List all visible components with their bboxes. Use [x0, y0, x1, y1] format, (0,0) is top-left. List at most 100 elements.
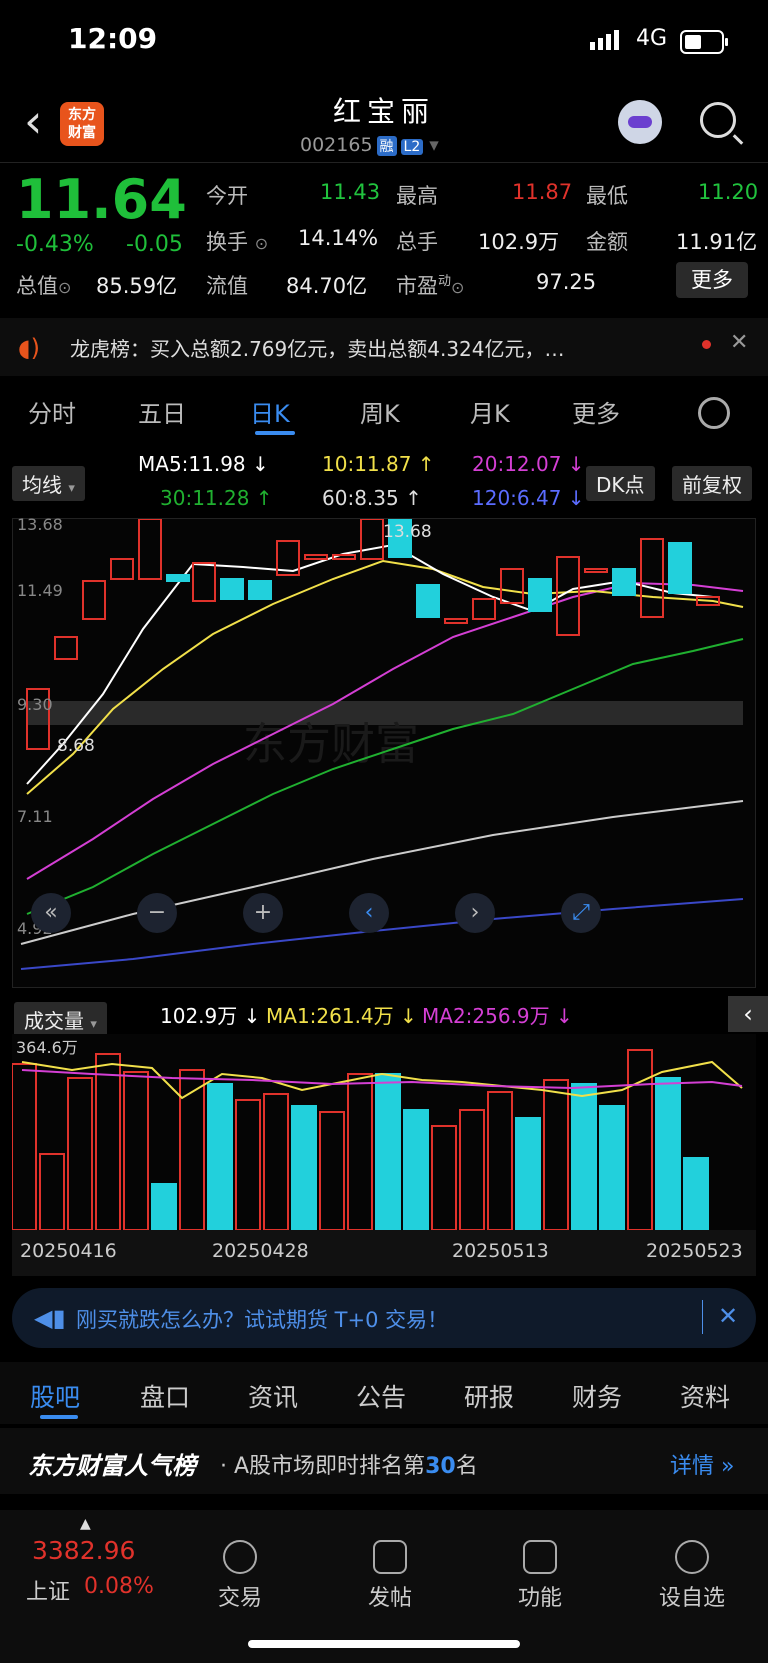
chart-tabs: 分时 五日 日K 周K 月K 更多	[0, 380, 768, 442]
volume-bar	[403, 1109, 429, 1231]
tab-weekly-k[interactable]: 周K	[360, 394, 400, 429]
candle	[472, 598, 496, 620]
volume-current: 102.9万 ↓	[160, 1004, 261, 1028]
indicator-selector[interactable]: 均线 ▾	[12, 466, 85, 501]
ma5-value: MA5:11.98 ↓	[138, 452, 269, 476]
stock-code[interactable]: 002165 融 L2 ▾	[300, 134, 439, 156]
dk-point-button[interactable]: DK点	[586, 466, 655, 501]
more-quote-button[interactable]: 更多	[676, 262, 748, 298]
grid-icon	[523, 1540, 557, 1574]
y-label-3: 9.30	[17, 695, 53, 714]
tab-research[interactable]: 研报	[464, 1378, 514, 1414]
volume-bar	[95, 1053, 121, 1231]
status-time: 12:09	[68, 22, 158, 55]
tab-guba[interactable]: 股吧	[30, 1378, 80, 1414]
y-label-2: 11.49	[17, 581, 63, 600]
signal-icon	[590, 30, 622, 50]
unread-dot	[702, 340, 711, 349]
volume-bar	[375, 1073, 401, 1231]
index-pct: 0.08%	[84, 1574, 154, 1599]
volume-bar	[151, 1183, 177, 1231]
post-button[interactable]: 发帖	[330, 1540, 450, 1612]
zoom-out-icon[interactable]: −	[137, 893, 177, 933]
ma30-line	[26, 638, 744, 915]
mcap-label[interactable]: 总值⊙	[16, 270, 71, 300]
tab-news[interactable]: 资讯	[248, 1378, 298, 1414]
edit-icon	[373, 1540, 407, 1574]
volume-bar	[291, 1105, 317, 1231]
volume-bar	[571, 1083, 597, 1231]
yen-icon	[223, 1540, 257, 1574]
tab-monthly-k[interactable]: 月K	[470, 394, 510, 429]
tab-profile[interactable]: 资料	[680, 1378, 730, 1414]
candle	[416, 584, 440, 618]
index-name: 上证	[26, 1580, 71, 1605]
turnover-label[interactable]: 换手 ⊙	[206, 226, 268, 256]
adjust-button[interactable]: 前复权	[672, 466, 752, 501]
date-4: 20250523	[646, 1240, 743, 1262]
volume-ma2: MA2:256.9万 ↓	[422, 1004, 573, 1028]
volume-bar	[207, 1083, 233, 1231]
open-label: 今开	[206, 184, 248, 208]
volume-bar	[11, 1063, 37, 1231]
float-label: 流值	[206, 274, 248, 298]
volume-bar	[39, 1153, 65, 1231]
high-value: 11.87	[512, 180, 573, 204]
zoom-in-icon[interactable]: +	[243, 893, 283, 933]
popularity-rank[interactable]: 东方财富人气榜 · A股市场即时排名第30名 详情 »	[0, 1428, 768, 1494]
scroll-left-icon[interactable]: ‹	[349, 893, 389, 933]
volume-bar	[487, 1091, 513, 1231]
zoom-out-full-icon[interactable]: «	[31, 893, 71, 933]
index-value[interactable]: 3382.96	[32, 1536, 135, 1565]
close-icon[interactable]: ✕	[730, 330, 748, 355]
battery-icon	[680, 30, 728, 54]
trade-button[interactable]: 交易	[180, 1540, 300, 1612]
pe-label[interactable]: 市盈动⊙	[396, 270, 464, 300]
gear-icon[interactable]	[698, 397, 730, 429]
tab-intraday[interactable]: 分时	[28, 394, 76, 429]
current-price: 11.64	[16, 168, 187, 231]
volume-svg	[11, 1049, 743, 1231]
more-dots-icon	[675, 1540, 709, 1574]
tab-announcement[interactable]: 公告	[356, 1378, 406, 1414]
close-promo-icon[interactable]: ✕	[718, 1302, 738, 1330]
volume-bar	[67, 1077, 93, 1231]
tab-five-day[interactable]: 五日	[138, 394, 186, 429]
candle	[500, 568, 524, 604]
rank-text: · A股市场即时排名第30名	[220, 1454, 478, 1479]
volume-bar	[431, 1125, 457, 1231]
tab-pankou[interactable]: 盘口	[140, 1378, 190, 1414]
volume-ma1: MA1:261.4万 ↓	[266, 1004, 417, 1028]
tab-finance[interactable]: 财务	[572, 1378, 622, 1414]
y-label-4: 7.11	[17, 807, 53, 826]
volume-bar	[179, 1069, 205, 1231]
date-axis: 20250416 20250428 20250513 20250523	[12, 1230, 756, 1276]
volume-selector[interactable]: 成交量 ▾	[14, 1002, 107, 1037]
function-button[interactable]: 功能	[480, 1540, 600, 1612]
low-mark: 8.68	[57, 736, 95, 756]
volume-bar	[235, 1099, 261, 1231]
watermark: 东方财富	[243, 719, 419, 770]
candle	[248, 580, 272, 600]
futures-promo[interactable]: ◀▮ 刚买就跌怎么办？试试期货 T+0 交易！ ✕	[12, 1288, 756, 1348]
volume-chart[interactable]: 364.6万	[11, 1034, 756, 1231]
volume-bar	[543, 1079, 569, 1231]
mcap-value: 85.59亿	[96, 274, 178, 298]
collapse-panel-icon[interactable]: ‹	[728, 996, 768, 1032]
candle	[360, 518, 384, 560]
scroll-right-icon[interactable]: ›	[455, 893, 495, 933]
candle	[110, 558, 134, 580]
fullscreen-icon[interactable]: ⤢	[561, 893, 601, 933]
dragon-tiger-notice[interactable]: ◖) 龙虎榜：买入总额2.769亿元，卖出总额4.324亿元，…	[0, 318, 768, 376]
rank-detail-link[interactable]: 详情 »	[670, 1448, 734, 1480]
search-icon[interactable]	[700, 102, 736, 138]
megaphone-icon: ◀▮	[34, 1304, 66, 1332]
tab-more[interactable]: 更多	[572, 394, 620, 429]
add-watchlist-button[interactable]: 设自选	[632, 1540, 752, 1612]
candle	[640, 538, 664, 618]
assistant-robot-icon[interactable]	[618, 100, 662, 144]
kline-chart[interactable]: 东方财富 13.68 8.68 13.68 11.49 9.30 7.11 4.…	[12, 515, 756, 988]
tab-daily-k[interactable]: 日K	[250, 394, 290, 429]
candle	[82, 580, 106, 620]
candle	[528, 578, 552, 612]
